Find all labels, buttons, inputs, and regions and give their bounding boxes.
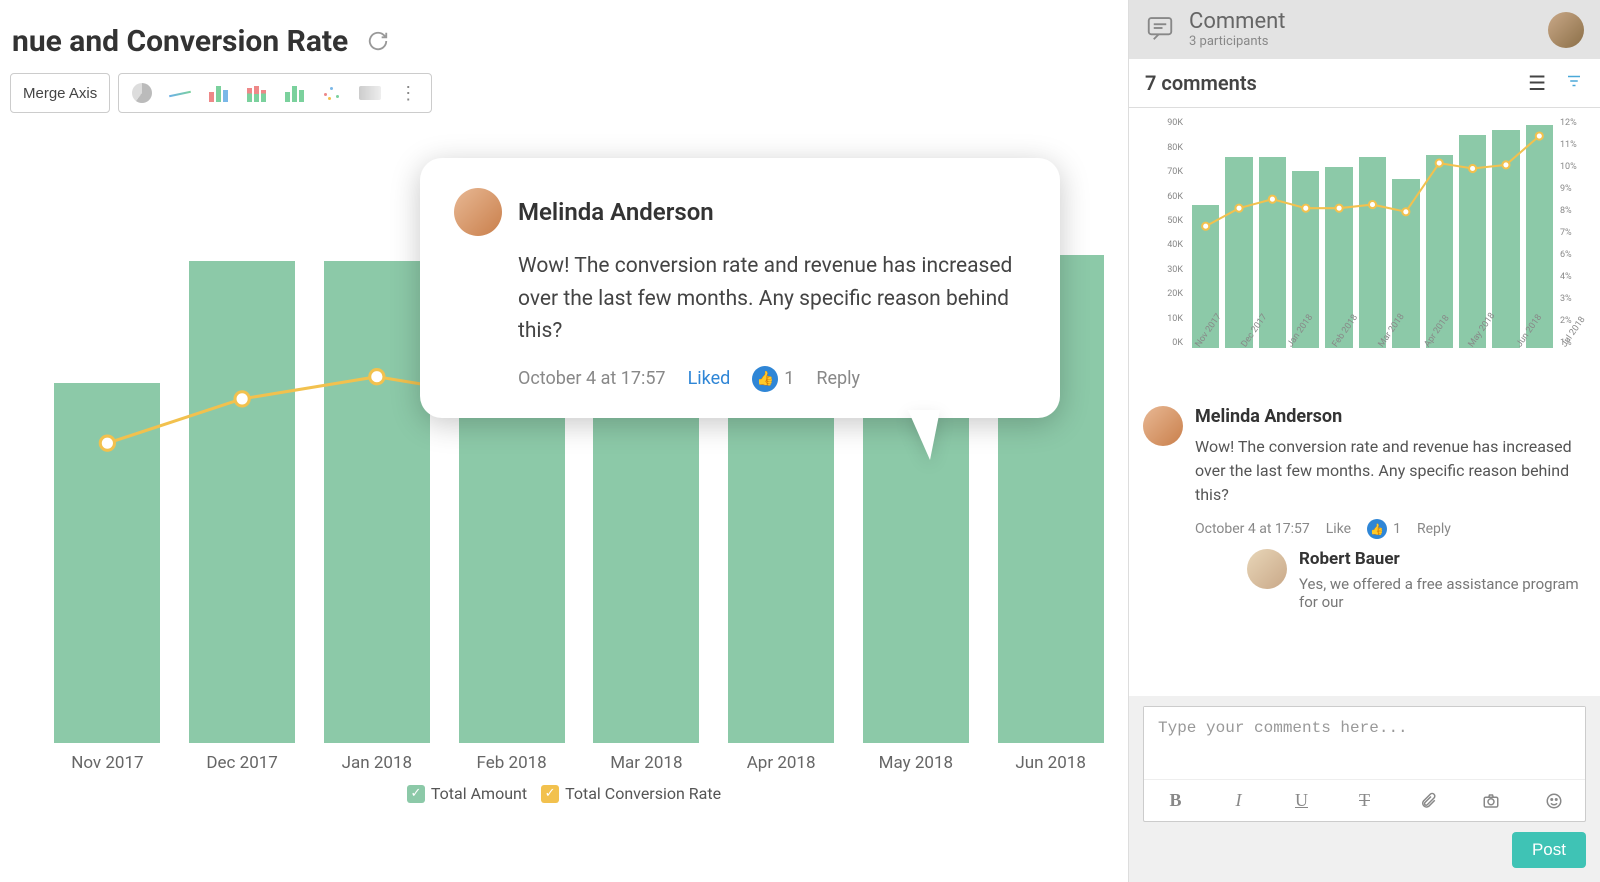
comment-bubble: Melinda Anderson Wow! The conversion rat… — [420, 158, 1060, 418]
comment-reply-item: Robert Bauer Yes, we offered a free assi… — [1247, 549, 1586, 611]
x-tick-label: Nov 2017 — [40, 753, 175, 773]
chart-type-stacked-bar[interactable] — [239, 77, 273, 109]
underline-button[interactable]: U — [1270, 790, 1333, 811]
liked-button[interactable]: Liked — [688, 368, 731, 389]
mini-bar — [1225, 157, 1252, 348]
like-count: 👍1 — [1367, 519, 1401, 539]
merge-axis-button[interactable]: Merge Axis — [10, 73, 110, 113]
comment-count: 7 comments — [1145, 71, 1257, 95]
bold-button[interactable]: B — [1144, 790, 1207, 811]
camera-button[interactable] — [1459, 792, 1522, 810]
mini-chart[interactable]: 90K80K70K60K50K40K30K20K10K0K 12%11%10%9… — [1129, 108, 1600, 388]
comment-panel-header: Comment 3 participants — [1129, 0, 1600, 59]
bar[interactable] — [54, 383, 160, 743]
comment-item: Melinda Anderson Wow! The conversion rat… — [1143, 406, 1586, 611]
italic-button[interactable]: I — [1207, 790, 1270, 811]
like-button[interactable]: Like — [1326, 521, 1351, 537]
x-tick-label: Feb 2018 — [444, 753, 579, 773]
comment-time: October 4 at 17:57 — [1195, 521, 1310, 537]
avatar — [454, 188, 502, 236]
x-tick-label: Dec 2017 — [175, 753, 310, 773]
compose-area: B I U T Post — [1129, 696, 1600, 882]
like-count: 👍1 — [752, 366, 794, 392]
emoji-button[interactable] — [1522, 792, 1585, 810]
chart-type-line[interactable] — [163, 77, 197, 109]
panel-title: Comment — [1189, 10, 1285, 34]
chart-toolbar: Merge Axis ⋮ — [0, 73, 1128, 123]
mini-bar — [1359, 157, 1386, 348]
chart-type-pie[interactable] — [125, 77, 159, 109]
strike-button[interactable]: T — [1333, 790, 1396, 811]
bubble-time: October 4 at 17:57 — [518, 368, 666, 389]
chart-type-group: ⋮ — [118, 73, 432, 113]
format-toolbar: B I U T — [1144, 779, 1585, 821]
chart-pane: nue and Conversion Rate Merge Axis ⋮ Nov… — [0, 0, 1128, 882]
bar[interactable] — [324, 261, 430, 743]
chart-more-options[interactable]: ⋮ — [391, 77, 425, 109]
avatar — [1247, 549, 1287, 589]
post-button[interactable]: Post — [1512, 832, 1586, 868]
list-view-icon[interactable]: ☰ — [1528, 71, 1546, 95]
x-tick-label: Mar 2018 — [579, 753, 714, 773]
comment-text: Wow! The conversion rate and revenue has… — [1195, 435, 1586, 507]
reply-button[interactable]: Reply — [1417, 521, 1451, 537]
comment-author: Melinda Anderson — [1195, 406, 1586, 427]
panel-subtitle: 3 participants — [1189, 34, 1285, 49]
x-tick-label: Apr 2018 — [714, 753, 849, 773]
refresh-button[interactable] — [366, 30, 390, 54]
chart-type-map[interactable] — [353, 77, 387, 109]
chart-type-bar[interactable] — [201, 77, 235, 109]
chart-type-combo[interactable] — [277, 77, 311, 109]
x-tick-label: Jun 2018 — [983, 753, 1118, 773]
thumb-icon: 👍 — [1367, 519, 1387, 539]
current-user-avatar[interactable] — [1548, 12, 1584, 48]
reply-text: Yes, we offered a free assistance progra… — [1299, 575, 1586, 611]
comments-list: Melinda Anderson Wow! The conversion rat… — [1129, 388, 1600, 696]
x-tick-label: Jan 2018 — [310, 753, 445, 773]
thumb-icon: 👍 — [752, 366, 778, 392]
mini-bar — [1459, 135, 1486, 348]
legend-total-amount: ✓Total Amount — [407, 784, 527, 803]
attachment-button[interactable] — [1396, 792, 1459, 810]
page-title: nue and Conversion Rate — [12, 24, 348, 59]
reply-author: Robert Bauer — [1299, 549, 1586, 569]
comment-panel: Comment 3 participants 7 comments ☰ 90K8… — [1128, 0, 1600, 882]
x-tick-label: May 2018 — [849, 753, 984, 773]
chart-type-scatter[interactable] — [315, 77, 349, 109]
avatar — [1143, 406, 1183, 446]
bar[interactable] — [189, 261, 295, 743]
filter-icon[interactable] — [1564, 72, 1584, 94]
comment-input[interactable] — [1144, 707, 1585, 775]
bubble-text: Wow! The conversion rate and revenue has… — [518, 250, 1026, 348]
bubble-author: Melinda Anderson — [518, 198, 714, 226]
reply-button[interactable]: Reply — [816, 368, 860, 389]
legend-conversion-rate: ✓Total Conversion Rate — [541, 784, 721, 803]
chart-legend: ✓Total Amount ✓Total Conversion Rate — [0, 784, 1128, 803]
comment-icon — [1145, 13, 1175, 47]
